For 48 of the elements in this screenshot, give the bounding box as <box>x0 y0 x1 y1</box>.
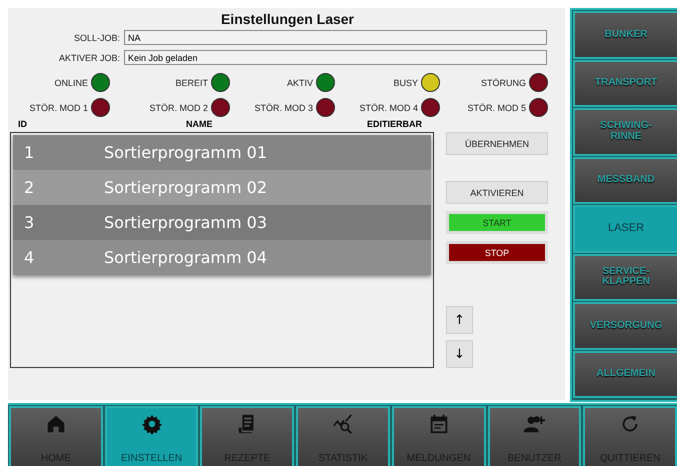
column-header: NAME <box>186 119 212 129</box>
status-label: AKTIV <box>286 78 313 88</box>
id-cell-text: 3 <box>23 213 36 232</box>
status-label: BUSY <box>393 78 418 88</box>
action-button[interactable]: ÜBERNEHMEN <box>446 132 548 155</box>
move-button[interactable]: ↑ <box>446 306 473 334</box>
sidebar-button[interactable]: TRANSPORT <box>573 60 677 107</box>
sidebar-button[interactable]: SERVICE- KLAPPEN <box>573 254 677 301</box>
status-label: STÖR. MOD 4 <box>359 102 418 112</box>
action-button[interactable]: AKTIVIEREN <box>446 181 548 204</box>
id-cell-text: 2 <box>23 178 36 197</box>
id-cell-text: 1 <box>23 143 36 162</box>
name-cell: Sortierprogramm 01 <box>104 143 267 162</box>
table-row[interactable]: 3 Sortierprogramm 03 <box>13 205 431 240</box>
table-row[interactable]: 1 Sortierprogramm 01 <box>13 135 431 170</box>
id-cell-text: 4 <box>23 248 36 267</box>
sidebar-button[interactable]: SCHWING- RINNE <box>573 108 677 156</box>
table-row[interactable]: 4 Sortierprogramm 04 <box>13 240 431 275</box>
add-user-icon <box>523 413 546 435</box>
sidebar-button[interactable]: LASER <box>573 205 677 252</box>
column-header: ID <box>18 119 27 129</box>
status-label: STÖR. MOD 2 <box>149 102 208 112</box>
chart-search-icon <box>332 413 354 435</box>
sidebar-button[interactable]: MESSBAND <box>573 156 677 204</box>
move-button[interactable]: ↓ <box>446 340 473 368</box>
name-cell: Sortierprogramm 03 <box>104 213 267 232</box>
text-field[interactable]: NA <box>124 30 547 45</box>
sidebar-button[interactable]: VERSORGUNG <box>573 302 677 350</box>
status-label: STÖR. MOD 1 <box>29 102 88 112</box>
status-label: STÖR. MOD 5 <box>467 102 526 112</box>
status-label: STÖR. MOD 3 <box>254 102 313 112</box>
sidebar-button[interactable]: BUNKER <box>573 11 677 58</box>
settings-icon <box>140 413 163 435</box>
table-row[interactable]: 2 Sortierprogramm 02 <box>13 170 431 205</box>
status-label: ONLINE <box>54 78 88 88</box>
field-label: SOLL-JOB: <box>72 32 121 42</box>
text-field[interactable]: Kein Job geladen <box>124 50 547 65</box>
field-label: AKTIVER JOB: <box>58 52 121 62</box>
sidebar-button[interactable]: ALLGEMEIN <box>573 350 677 398</box>
page-title: Einstellungen Laser <box>220 11 356 27</box>
status-label: STÖRUNG <box>481 78 526 88</box>
column-header: EDITIERBAR <box>367 119 422 129</box>
name-cell: Sortierprogramm 02 <box>104 178 267 197</box>
status-label: BEREIT <box>175 78 208 88</box>
start-button[interactable]: START <box>446 211 548 234</box>
stop-button[interactable]: STOP <box>446 241 548 264</box>
name-cell: Sortierprogramm 04 <box>104 248 267 267</box>
nav-button[interactable]: EINSTELLEN <box>104 406 198 466</box>
